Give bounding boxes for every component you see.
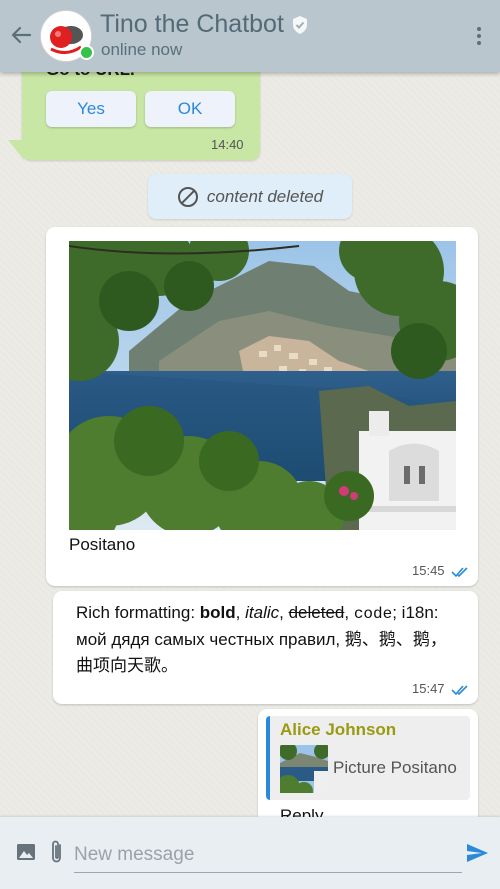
verified-badge-icon xyxy=(292,15,307,34)
message-composer xyxy=(0,817,500,889)
strikethrough-text: deleted xyxy=(288,603,345,622)
message-timestamp: 15:47 xyxy=(412,681,445,696)
quote-author: Alice Johnson xyxy=(280,720,397,739)
code-text: code xyxy=(353,605,393,623)
yes-button[interactable]: Yes xyxy=(46,91,136,127)
dot xyxy=(477,41,481,45)
italic-text: italic xyxy=(245,603,280,622)
more-options-button[interactable] xyxy=(470,24,488,48)
separator: , xyxy=(279,603,289,622)
separator: , xyxy=(344,603,354,622)
prohibited-icon xyxy=(177,186,198,207)
presence-status: online now xyxy=(101,40,183,59)
rich-text-message: Rich formatting: bold, italic, deleted, … xyxy=(76,600,462,679)
paperclip-icon[interactable] xyxy=(48,839,66,865)
dot xyxy=(477,34,481,38)
dot xyxy=(477,27,481,31)
separator: , xyxy=(235,603,246,622)
deleted-label: content deleted xyxy=(206,186,324,206)
ok-button[interactable]: OK xyxy=(145,91,235,127)
photo-caption: Positano xyxy=(69,535,136,554)
image-icon[interactable] xyxy=(15,841,37,863)
message-input[interactable] xyxy=(74,837,462,873)
online-indicator xyxy=(79,45,94,60)
bubble-tail xyxy=(8,140,24,160)
rich-prefix: Rich formatting: xyxy=(76,603,200,622)
read-checkmarks-icon xyxy=(451,567,468,578)
message-photo[interactable] xyxy=(69,241,456,530)
send-icon[interactable] xyxy=(465,841,489,865)
back-button[interactable] xyxy=(8,22,34,48)
quote-thumbnail xyxy=(280,745,328,793)
message-timestamp: 14:40 xyxy=(211,137,244,152)
arrow-left-icon xyxy=(11,26,32,44)
chat-header: Tino the Chatbot online now xyxy=(0,0,500,72)
chat-title: Tino the Chatbot xyxy=(100,10,284,38)
bold-text: bold xyxy=(199,603,236,622)
positano-photo xyxy=(69,241,456,530)
quote-text: Picture Positano xyxy=(333,758,457,777)
chat-title-row: Tino the Chatbot xyxy=(100,10,310,39)
deleted-message: content deleted xyxy=(148,174,352,219)
message-timestamp: 15:45 xyxy=(412,563,445,578)
read-checkmarks-icon xyxy=(451,685,468,696)
